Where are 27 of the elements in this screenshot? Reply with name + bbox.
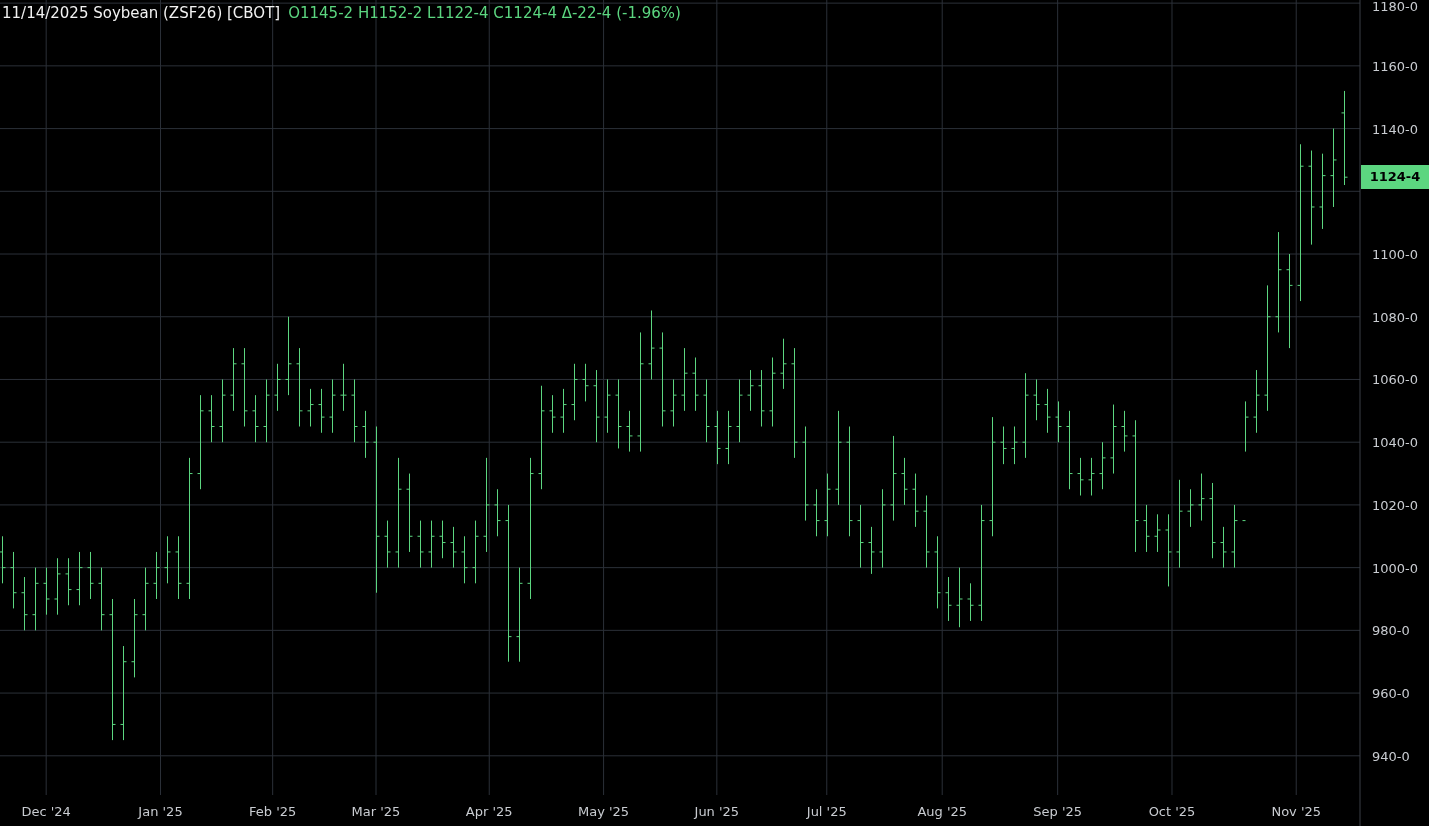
price-axis-label: 940-0: [1372, 748, 1410, 764]
price-quote: O1145-2 H1152-2 L1122-4 C1124-4 Δ-22-4 (-1.96%): [288, 4, 681, 22]
price-axis-label: 1180-0: [1372, 0, 1419, 14]
price-axis-label: 1020-0: [1372, 497, 1419, 513]
date-axis-label: Jul '25: [806, 804, 847, 819]
date-axis-label: May '25: [578, 804, 630, 819]
price-axis-label: 1100-0: [1372, 247, 1419, 262]
price-axis-label: 960-0: [1372, 686, 1410, 702]
date-axis-label: Jun '25: [694, 804, 740, 819]
date-axis-label: Mar '25: [351, 804, 401, 819]
price-axis-label: 1040-0: [1372, 435, 1419, 451]
date-axis-label: Jan '25: [138, 804, 183, 819]
instrument-title: 11/14/2025 Soybean (ZSF26) [CBOT]: [2, 4, 281, 22]
date-axis-label: Nov '25: [1271, 804, 1322, 819]
last-price-tag: 1124-4: [1361, 165, 1429, 190]
date-axis-label: Dec '24: [21, 804, 71, 819]
date-axis-label: Feb '25: [249, 804, 297, 819]
price-axis-label: 1000-0: [1372, 560, 1419, 576]
date-axis-label: Sep '25: [1033, 804, 1083, 819]
date-axis-label: Oct '25: [1148, 804, 1196, 819]
date-axis-label: Aug '25: [917, 804, 968, 819]
price-axis-label: 980-0: [1372, 623, 1410, 639]
date-axis-label: Apr '25: [465, 804, 513, 819]
price-axis-label: 1060-0: [1372, 372, 1419, 388]
price-axis-label: 1080-0: [1372, 309, 1419, 325]
price-axis-label: 1160-0: [1372, 58, 1419, 74]
price-axis-label: 1140-0: [1372, 121, 1419, 137]
